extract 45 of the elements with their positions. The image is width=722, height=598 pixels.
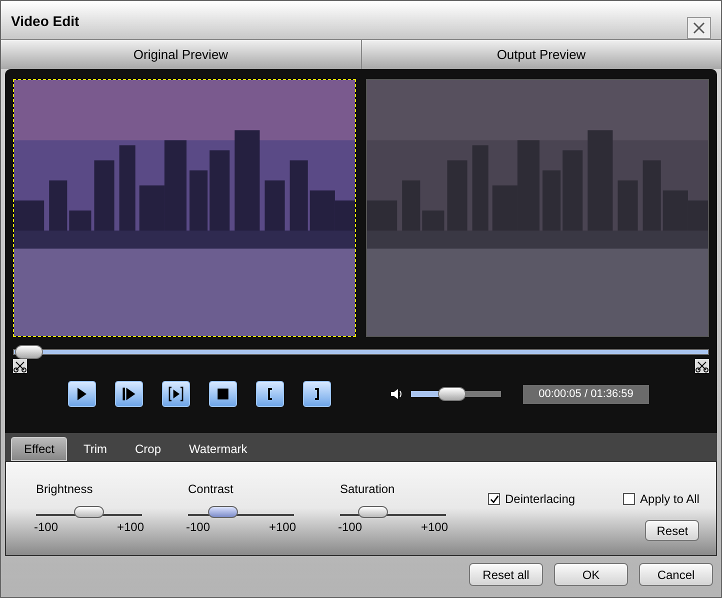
window-title: Video Edit — [11, 12, 80, 31]
max-label: +100 — [420, 519, 448, 536]
slider-label: Saturation — [340, 481, 396, 498]
slider-label: Brightness — [36, 481, 94, 498]
max-label: +100 — [116, 519, 144, 536]
frame-step-icon — [167, 385, 185, 403]
preview-header: Output Preview — [362, 40, 721, 69]
mark-in-button[interactable] — [256, 381, 284, 407]
stop-button[interactable] — [209, 381, 237, 407]
mark-out-button[interactable] — [303, 381, 331, 407]
slider-thumb[interactable] — [208, 506, 238, 518]
min-label: -100 — [338, 519, 362, 536]
dialog-button[interactable]: Cancel — [639, 563, 713, 586]
tab[interactable]: Crop — [123, 437, 174, 461]
dialog-button[interactable]: Reset all — [469, 563, 543, 586]
scissors-icon[interactable] — [13, 359, 27, 373]
play-button[interactable] — [68, 381, 96, 407]
mark-out-icon — [315, 388, 319, 400]
min-label: -100 — [34, 519, 58, 536]
step-icon — [120, 385, 138, 403]
mark-in-icon — [268, 388, 272, 400]
check-icon — [490, 494, 498, 504]
tab[interactable]: Watermark — [177, 437, 260, 461]
slider-thumb[interactable] — [358, 506, 388, 518]
volume-thumb[interactable] — [438, 387, 466, 401]
close-icon — [693, 22, 705, 34]
slider-label: Contrast — [188, 481, 234, 498]
tab[interactable]: Trim — [71, 437, 120, 461]
reset-button[interactable]: Reset — [645, 520, 700, 541]
min-label: -100 — [186, 519, 210, 536]
tab[interactable]: Effect — [11, 437, 68, 461]
frame-step-button[interactable] — [162, 381, 190, 407]
time-display: 00:00:05 / 01:36:59 — [523, 384, 649, 404]
checkbox[interactable] — [488, 493, 500, 505]
seek-thumb[interactable] — [14, 345, 43, 359]
scissors-icon[interactable] — [695, 359, 709, 373]
checkbox-label: Apply to All — [640, 491, 700, 508]
dialog-button[interactable]: OK — [554, 563, 628, 586]
checkbox[interactable] — [623, 493, 636, 505]
preview-header: Original Preview — [1, 40, 362, 69]
checkbox-label: Deinterlacing — [505, 491, 576, 508]
max-label: +100 — [268, 519, 296, 536]
step-button[interactable] — [115, 381, 143, 407]
slider-thumb[interactable] — [74, 506, 104, 518]
close-button[interactable] — [687, 17, 711, 39]
